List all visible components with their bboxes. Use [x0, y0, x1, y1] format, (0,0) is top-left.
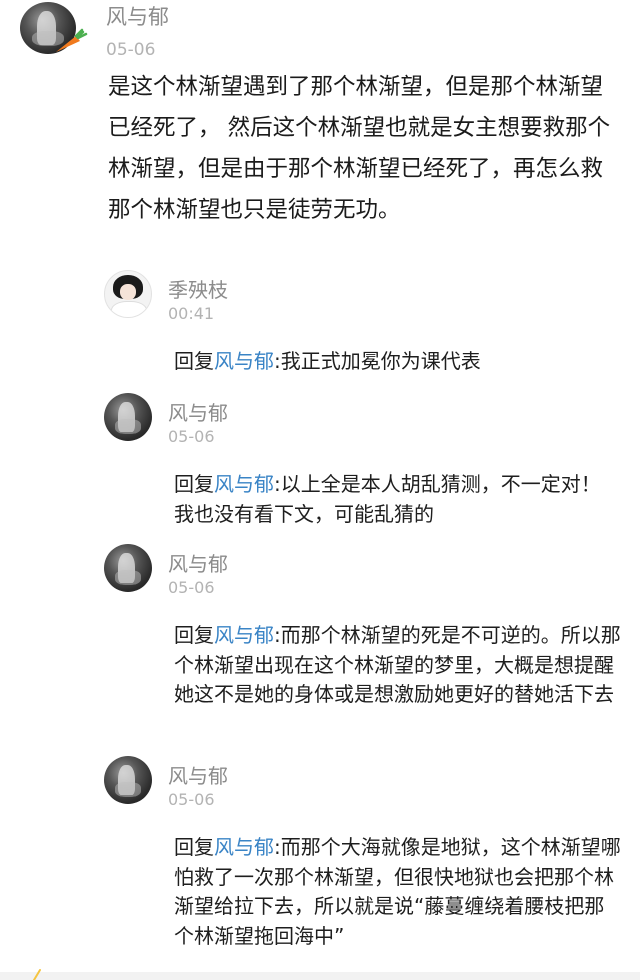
reply-prefix: 回复 — [174, 835, 214, 859]
avatar[interactable] — [104, 270, 152, 318]
carrot-icon — [56, 28, 88, 52]
reply-timestamp: 05-06 — [168, 790, 215, 809]
reply-body: :我正式加冕你为课代表 — [274, 349, 481, 373]
reply-prefix: 回复 — [174, 349, 214, 373]
avatar[interactable] — [104, 756, 152, 804]
reply-author[interactable]: 风与郁 — [168, 548, 228, 577]
reply-text: 回复风与郁:而那个大海就像是地狱，这个林渐望哪怕救了一次那个林渐望，但很快地狱也… — [174, 833, 624, 951]
reply-author[interactable]: 季殃枝 — [168, 274, 228, 303]
comment-author[interactable]: 风与郁 — [106, 1, 169, 31]
reply-timestamp: 05-06 — [168, 427, 215, 446]
comment-text: 是这个林渐望遇到了那个林渐望，但是那个林渐望已经死了， 然后这个林渐望也就是女主… — [108, 74, 611, 223]
avatar[interactable] — [104, 393, 152, 441]
reply-text: 回复风与郁:以上全是本人胡乱猜测，不一定对！我也没有看下文，可能乱猜的 — [174, 470, 614, 529]
mention-link[interactable]: 风与郁 — [214, 472, 274, 496]
avatar[interactable] — [104, 544, 152, 592]
reply-timestamp: 05-06 — [168, 578, 215, 597]
reply-prefix: 回复 — [174, 472, 214, 496]
reply-text: 回复风与郁:我正式加冕你为课代表 — [174, 347, 614, 377]
mention-link[interactable]: 风与郁 — [214, 835, 274, 859]
reply-text: 回复风与郁:而那个林渐望的死是不可逆的。所以那个林渐望出现在这个林渐望的梦里，大… — [174, 621, 624, 710]
bottom-divider — [0, 972, 640, 980]
spark-icon — [33, 969, 41, 980]
mention-link[interactable]: 风与郁 — [214, 349, 274, 373]
reply-author[interactable]: 风与郁 — [168, 397, 228, 426]
mention-link[interactable]: 风与郁 — [214, 623, 274, 647]
reply-prefix: 回复 — [174, 623, 214, 647]
reply-author[interactable]: 风与郁 — [168, 760, 228, 789]
reply-timestamp: 00:41 — [168, 304, 215, 323]
comment-timestamp: 05-06 — [106, 40, 156, 60]
